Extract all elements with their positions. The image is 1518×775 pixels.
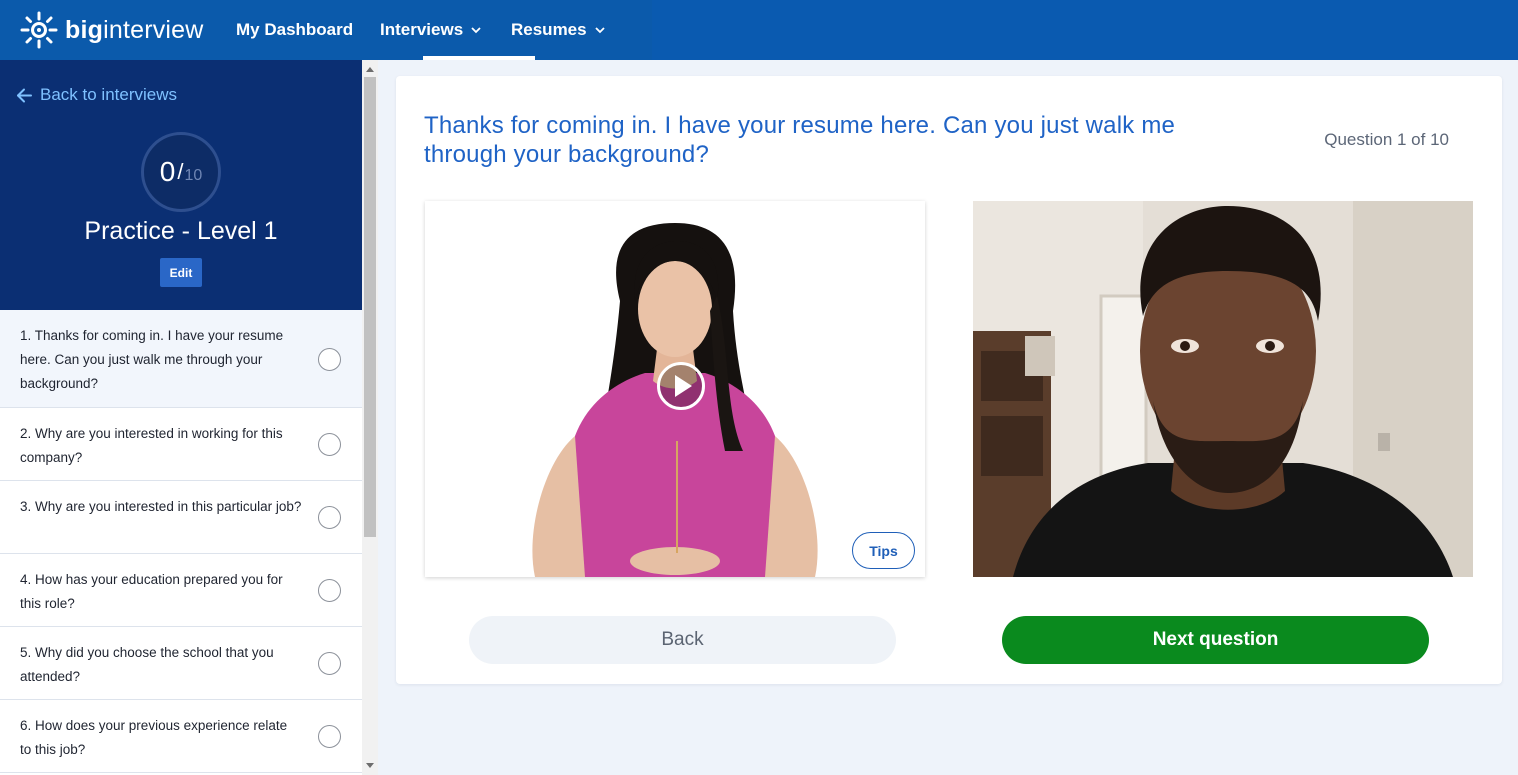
question-item-1[interactable]: 1. Thanks for coming in. I have your res… (0, 310, 362, 408)
arrow-left-icon (17, 88, 32, 102)
progress-done: 0 (159, 156, 176, 187)
tips-button[interactable]: Tips (852, 532, 915, 569)
sidebar: Back to interviews 0 / 10 Practice - Lev… (0, 60, 362, 775)
interview-set-title: Practice - Level 1 (84, 217, 278, 245)
play-icon (675, 375, 692, 397)
question-item-text: 6. How does your previous experience rel… (20, 718, 288, 757)
progress-counter: 0 / 10 (141, 132, 221, 212)
scroll-down-arrow-icon[interactable] (366, 763, 374, 768)
question-status-radio[interactable] (318, 652, 341, 675)
back-to-interviews-label: Back to interviews (40, 85, 177, 104)
question-item-4[interactable]: 4. How has your education prepared you f… (0, 554, 362, 627)
nav-interviews-label: Interviews (380, 20, 464, 39)
question-status-radio[interactable] (318, 347, 341, 371)
progress-total: 10 (184, 167, 203, 184)
question-item-text: 2. Why are you interested in working for… (20, 426, 283, 465)
sun-logo-icon (20, 11, 58, 49)
question-item-text: 1. Thanks for coming in. I have your res… (20, 328, 284, 391)
next-question-button[interactable]: Next question (1002, 616, 1429, 664)
question-counter: Question 1 of 10 (1324, 130, 1449, 149)
logo[interactable]: biginterview (20, 10, 204, 50)
question-item-3[interactable]: 3. Why are you interested in this partic… (0, 481, 362, 554)
scroll-up-arrow-icon[interactable] (366, 67, 374, 72)
chevron-down-icon (471, 27, 481, 34)
candidate-webcam-video (973, 201, 1473, 577)
play-button[interactable] (657, 362, 705, 410)
scrollbar-thumb[interactable] (364, 77, 376, 537)
question-item-text: 3. Why are you interested in this partic… (20, 499, 302, 514)
top-navbar: biginterview My Dashboard Interviews Res… (0, 0, 1518, 60)
question-card: Thanks for coming in. I have your resume… (396, 76, 1502, 684)
sidebar-scrollbar[interactable] (362, 60, 378, 775)
logo-wordmark: biginterview (65, 15, 204, 44)
back-to-interviews-link[interactable]: Back to interviews (16, 85, 177, 105)
back-button[interactable]: Back (469, 616, 896, 664)
edit-button[interactable]: Edit (160, 258, 202, 287)
question-item-6[interactable]: 6. How does your previous experience rel… (0, 700, 362, 773)
nav-interviews[interactable]: Interviews (380, 0, 481, 60)
question-status-radio[interactable] (318, 725, 341, 748)
sidebar-header: Back to interviews 0 / 10 Practice - Lev… (0, 60, 362, 310)
progress-separator: / (177, 159, 184, 184)
candidate-video-frame (973, 201, 1473, 577)
question-status-radio[interactable] (318, 506, 341, 529)
question-item-text: 4. How has your education prepared you f… (20, 572, 283, 611)
question-item-text: 5. Why did you choose the school that yo… (20, 645, 274, 684)
nav-active-indicator (423, 56, 535, 60)
question-heading: Thanks for coming in. I have your resume… (424, 112, 1176, 168)
nav-my-dashboard-label: My Dashboard (236, 20, 354, 39)
interviewer-video[interactable]: Tips (425, 201, 925, 577)
nav-resumes[interactable]: Resumes (511, 0, 605, 60)
question-item-5[interactable]: 5. Why did you choose the school that yo… (0, 627, 362, 700)
chevron-down-icon (594, 27, 605, 34)
question-status-radio[interactable] (318, 579, 341, 602)
nav-resumes-label: Resumes (511, 20, 587, 39)
question-list: 1. Thanks for coming in. I have your res… (0, 310, 362, 773)
question-status-radio[interactable] (318, 433, 341, 456)
question-item-2[interactable]: 2. Why are you interested in working for… (0, 408, 362, 481)
nav-my-dashboard[interactable]: My Dashboard (236, 0, 353, 60)
